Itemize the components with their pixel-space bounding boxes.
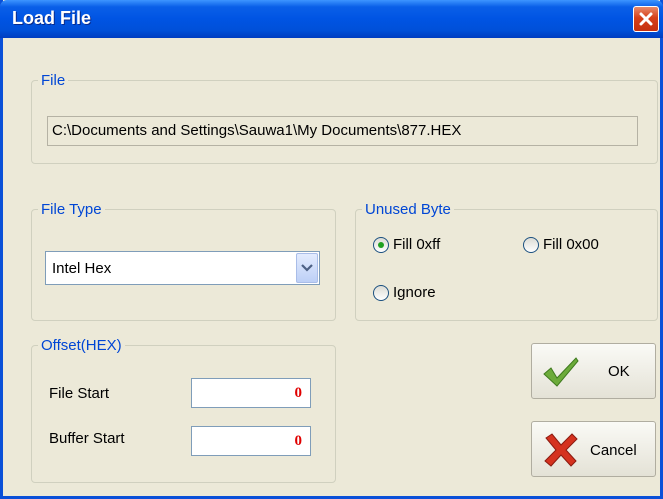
load-file-dialog: Load File File C:\Documents and Settings…: [0, 0, 663, 499]
ok-label: OK: [608, 363, 630, 380]
radio-label-fill-0xff: Fill 0xff: [393, 236, 441, 253]
cancel-label: Cancel: [590, 442, 637, 459]
close-icon: [639, 12, 653, 26]
offset-group: Offset(HEX): [31, 337, 336, 483]
dropdown-button[interactable]: [296, 253, 318, 283]
file-path-text: C:\Documents and Settings\Sauwa1\My Docu…: [52, 122, 462, 139]
unused-byte-group: Unused Byte: [355, 201, 658, 321]
unused-byte-legend: Unused Byte: [365, 201, 451, 218]
file-type-select[interactable]: Intel Hex: [45, 251, 320, 285]
close-button[interactable]: [633, 6, 659, 32]
file-group-legend: File: [41, 72, 66, 89]
radio-ignore[interactable]: Ignore: [373, 284, 436, 301]
file-type-legend: File Type: [41, 201, 102, 218]
file-start-label: File Start: [49, 385, 110, 402]
radio-fill-0xff[interactable]: Fill 0xff: [373, 236, 440, 253]
radio-dot: [378, 241, 384, 248]
file-type-selected: Intel Hex: [52, 260, 112, 277]
radio-button-checked[interactable]: [373, 236, 389, 253]
checkmark-icon: [543, 357, 579, 387]
cancel-button[interactable]: Cancel: [531, 421, 656, 477]
x-cross-icon: [544, 433, 578, 467]
radio-fill-0x00[interactable]: Fill 0x00: [523, 236, 599, 253]
radio-label-fill-0x00: Fill 0x00: [543, 236, 599, 253]
chevron-down-icon: [301, 264, 313, 272]
radio-label-ignore: Ignore: [393, 284, 436, 301]
buffer-start-input[interactable]: 0: [191, 426, 311, 456]
radio-button[interactable]: [523, 236, 539, 253]
window-title: Load File: [12, 8, 92, 28]
buffer-start-label: Buffer Start: [49, 430, 125, 447]
ok-button[interactable]: OK: [531, 343, 656, 399]
offset-legend: Offset(HEX): [41, 337, 122, 354]
file-path-field: C:\Documents and Settings\Sauwa1\My Docu…: [47, 116, 638, 146]
radio-button[interactable]: [373, 284, 389, 301]
dialog-body: File C:\Documents and Settings\Sauwa1\My…: [3, 38, 660, 496]
title-bar[interactable]: Load File: [0, 0, 663, 38]
file-start-input[interactable]: 0: [191, 378, 311, 408]
